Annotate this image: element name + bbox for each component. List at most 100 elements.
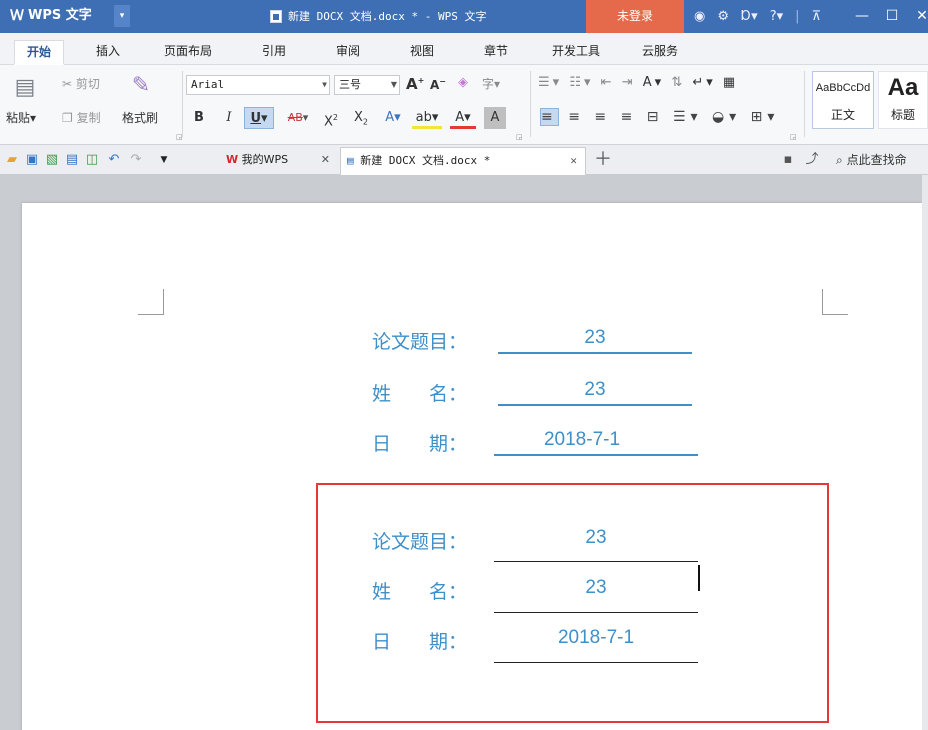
vertical-scrollbar[interactable] xyxy=(922,175,928,730)
undo-icon[interactable]: ↶ xyxy=(106,152,122,168)
settings-icon[interactable]: ⚙ xyxy=(717,9,729,24)
export-pdf-icon[interactable]: ▧ xyxy=(44,152,60,168)
increase-indent-icon[interactable]: ⇥ xyxy=(622,75,636,90)
text-effect-button[interactable]: A▾ xyxy=(380,107,406,129)
show-marks-icon[interactable]: ↵▾ xyxy=(692,75,715,90)
distributed-icon[interactable]: ⊟ xyxy=(647,109,664,125)
cut-button[interactable]: ✂ 剪切 xyxy=(62,75,100,92)
tab-home[interactable]: 开始 xyxy=(14,40,65,65)
borders-icon[interactable]: ⊞▾ xyxy=(751,109,780,125)
strikethrough-button[interactable]: AB▾ xyxy=(280,107,316,129)
font-size-select[interactable]: 三号 ▼ xyxy=(334,75,400,95)
pin-ribbon-icon[interactable]: ⊼ xyxy=(812,9,822,24)
feedback-icon[interactable]: Ɒ▾ xyxy=(741,9,758,24)
customize-toolbar-icon[interactable]: ▼ xyxy=(156,152,172,168)
superscript-button[interactable]: X2 xyxy=(320,107,342,129)
print-preview-icon[interactable]: ◫ xyxy=(84,152,100,168)
line-spacing-icon[interactable]: ☰▾ xyxy=(673,109,703,125)
style-heading[interactable]: Aa 标题 xyxy=(878,71,928,129)
paste-icon[interactable]: ▤ xyxy=(12,75,38,100)
format-painter-button[interactable]: 格式刷 xyxy=(122,109,158,126)
block2-name-label: 姓 名： xyxy=(372,581,468,603)
block2-date-value: 2018-7-1 xyxy=(557,627,635,648)
bold-button[interactable]: B xyxy=(190,107,208,129)
share-icon[interactable]: ⤴ xyxy=(804,152,820,168)
shading-icon[interactable]: ◒▾ xyxy=(712,109,741,125)
tab-view[interactable]: 视图 xyxy=(410,40,434,65)
align-center-icon[interactable]: ≡ xyxy=(568,109,585,125)
block2-name-value: 23 xyxy=(585,577,607,598)
paste-button[interactable]: 粘贴▾ xyxy=(6,109,36,126)
underline-label: U xyxy=(250,111,262,126)
block2-title-value: 23 xyxy=(585,527,607,548)
quick-access-bar: ▰ ▣ ▧ ▤ ◫ ↶ ↷ ▼ W 我的WPS ✕ ▤ 新建 DOCX 文档.d… xyxy=(0,145,928,175)
decrease-indent-icon[interactable]: ⇤ xyxy=(601,75,615,90)
subscript-button[interactable]: X2 xyxy=(350,107,372,129)
close-button[interactable]: ✕ xyxy=(908,0,928,33)
app-name: WPS 文字 xyxy=(28,8,92,23)
copy-button[interactable]: ❐ 复制 xyxy=(62,109,101,126)
tab-document-label: 新建 DOCX 文档.docx * xyxy=(360,154,491,167)
grow-font-button[interactable]: A+ xyxy=(406,75,424,93)
font-name-select[interactable]: Arial ▼ xyxy=(186,75,330,95)
comment-icon[interactable]: ▪ xyxy=(780,152,796,168)
italic-button[interactable]: I xyxy=(220,107,238,129)
font-size-value: 三号 xyxy=(339,78,361,91)
command-search[interactable]: ⌕ 点此查找命 xyxy=(836,151,907,168)
save-icon[interactable]: ▣ xyxy=(24,152,40,168)
clear-format-icon[interactable]: ◈ xyxy=(458,75,468,90)
underline-button[interactable]: U▾ xyxy=(244,107,274,129)
tab-document[interactable]: ▤ 新建 DOCX 文档.docx * ✕ xyxy=(340,147,586,175)
paragraph-bottom-row: ≡ ≡ ≡ ≡ ⊟ ☰▾ ◒▾ ⊞▾ xyxy=(540,108,780,126)
document-page[interactable]: 论文题目： 23 姓 名： 23 日 期： 2018-7-1 论文题目： 23 … xyxy=(22,203,922,730)
app-menu-dropdown[interactable]: ▾ xyxy=(114,5,130,27)
help-icon[interactable]: ?▾ xyxy=(770,9,783,24)
char-shading-button[interactable]: A xyxy=(484,107,506,129)
highlight-button[interactable]: ab▾ xyxy=(412,107,442,129)
font-color-button[interactable]: A▾ xyxy=(450,107,476,129)
maximize-button[interactable]: ☐ xyxy=(878,0,906,33)
paragraph-launcher-icon[interactable]: ◲ xyxy=(790,133,797,141)
app-menu-button[interactable]: Ｗ WPS 文字 xyxy=(4,5,98,27)
margin-corner-top-left xyxy=(138,289,164,315)
new-tab-icon[interactable]: ＋ xyxy=(594,151,612,169)
divider xyxy=(182,71,183,137)
font-launcher-icon[interactable]: ◲ xyxy=(516,133,523,141)
numbering-icon[interactable]: ☷▾ xyxy=(569,75,593,90)
tab-review[interactable]: 审阅 xyxy=(336,40,360,65)
open-folder-icon[interactable]: ▰ xyxy=(4,152,20,168)
tab-page-layout[interactable]: 页面布局 xyxy=(164,40,212,65)
block1-name-label: 姓 名： xyxy=(372,383,468,405)
login-button[interactable]: 未登录 xyxy=(586,0,684,33)
tab-cloud[interactable]: 云服务 xyxy=(642,40,678,65)
tab-section[interactable]: 章节 xyxy=(484,40,508,65)
tab-my-wps[interactable]: W 我的WPS ✕ xyxy=(220,147,338,175)
tab-references[interactable]: 引用 xyxy=(262,40,286,65)
shrink-font-button[interactable]: A− xyxy=(430,77,446,92)
block2-name-underline xyxy=(494,612,698,613)
minimize-button[interactable]: — xyxy=(848,0,876,33)
table-icon[interactable]: ▦ xyxy=(723,75,738,90)
format-painter-icon[interactable]: ✎ xyxy=(128,73,154,98)
align-left-icon[interactable]: ≡ xyxy=(540,108,559,126)
style-normal[interactable]: AaBbCcDd 正文 xyxy=(812,71,874,129)
scissors-icon: ✂ xyxy=(62,77,73,91)
phonetic-guide-icon[interactable]: 字▾ xyxy=(482,75,500,92)
divider xyxy=(804,71,805,137)
bullets-icon[interactable]: ☰▾ xyxy=(538,75,562,90)
style-heading-sample: Aa xyxy=(887,74,919,101)
copy-icon: ❐ xyxy=(62,111,73,125)
justify-icon[interactable]: ≡ xyxy=(621,109,638,125)
print-icon[interactable]: ▤ xyxy=(64,152,80,168)
close-icon[interactable]: ✕ xyxy=(570,148,577,174)
redo-icon[interactable]: ↷ xyxy=(128,152,144,168)
skin-icon[interactable]: ◉ xyxy=(694,9,705,24)
sort-icon[interactable]: ⇅ xyxy=(671,75,685,90)
align-right-icon[interactable]: ≡ xyxy=(594,109,611,125)
text-cursor xyxy=(698,565,700,591)
tab-developer[interactable]: 开发工具 xyxy=(552,40,600,65)
document-workspace: 论文题目： 23 姓 名： 23 日 期： 2018-7-1 论文题目： 23 … xyxy=(0,175,928,730)
close-icon[interactable]: ✕ xyxy=(321,147,330,173)
tab-insert[interactable]: 插入 xyxy=(96,40,120,65)
text-direction-icon[interactable]: A▾ xyxy=(643,75,664,90)
